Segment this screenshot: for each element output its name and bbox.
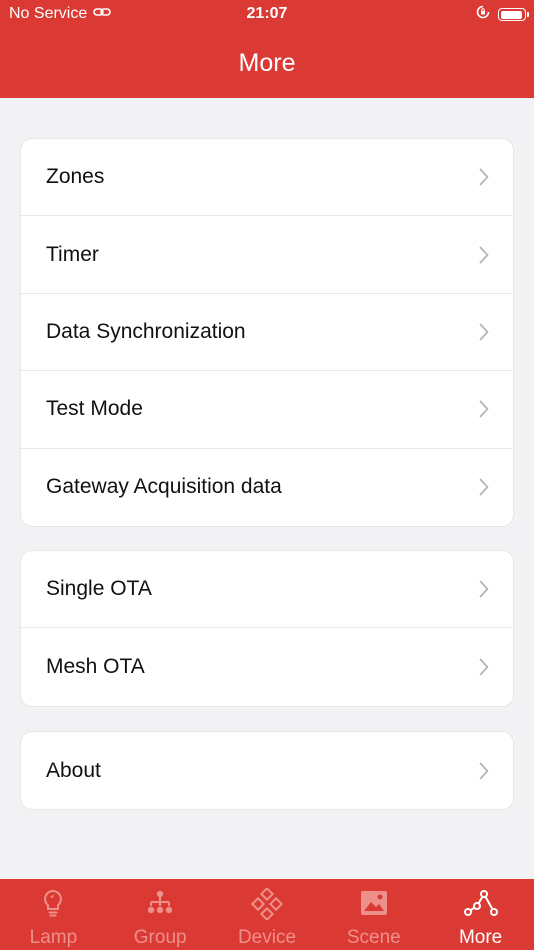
menu-item-data-synchronization[interactable]: Data Synchronization: [21, 294, 513, 372]
tab-scene[interactable]: Scene: [320, 879, 427, 950]
nodes-icon: [427, 888, 534, 918]
chevron-right-icon: [477, 167, 491, 187]
menu-item-timer[interactable]: Timer: [21, 216, 513, 294]
chevron-right-icon: [477, 477, 491, 497]
header: No Service 21:07 More: [0, 0, 534, 98]
device-diamond-icon: [214, 888, 321, 920]
status-bar: No Service 21:07: [0, 0, 534, 28]
settings-group-1: Zones Timer Data Synchronization Test Mo…: [20, 138, 514, 527]
tab-more[interactable]: More: [427, 879, 534, 950]
menu-item-zones[interactable]: Zones: [21, 139, 513, 217]
tab-label: Device: [237, 927, 297, 948]
chevron-right-icon: [477, 657, 491, 677]
status-right: [476, 5, 529, 24]
menu-item-label: About: [46, 758, 101, 782]
lightbulb-icon: [0, 888, 107, 918]
menu-item-label: Gateway Acquisition data: [46, 475, 282, 499]
chevron-right-icon: [477, 761, 491, 781]
tab-group[interactable]: Group: [107, 879, 214, 950]
page-title: More: [238, 49, 296, 77]
menu-item-mesh-ota[interactable]: Mesh OTA: [21, 628, 513, 705]
tab-lamp[interactable]: Lamp: [0, 879, 107, 950]
tab-label: Group: [133, 927, 187, 948]
chevron-right-icon: [477, 399, 491, 419]
settings-group-3: About: [20, 731, 514, 811]
menu-item-label: Mesh OTA: [46, 655, 145, 679]
image-icon: [320, 888, 427, 918]
menu-item-about[interactable]: About: [21, 732, 513, 809]
chevron-right-icon: [477, 245, 491, 265]
menu-item-label: Test Mode: [46, 397, 143, 421]
tab-bar: Lamp Group Device Scene More: [0, 879, 534, 950]
settings-group-2: Single OTA Mesh OTA: [20, 550, 514, 707]
battery-icon: [498, 8, 529, 21]
tab-device[interactable]: Device: [214, 879, 321, 950]
menu-item-label: Zones: [46, 165, 105, 189]
chevron-right-icon: [477, 322, 491, 342]
menu-item-label: Timer: [46, 242, 99, 266]
menu-item-test-mode[interactable]: Test Mode: [21, 371, 513, 449]
rotation-lock-icon: [476, 5, 490, 24]
menu-item-label: Single OTA: [46, 577, 152, 601]
group-tree-icon: [107, 888, 214, 918]
menu-item-gateway-acquisition-data[interactable]: Gateway Acquisition data: [21, 449, 513, 526]
tab-label: Lamp: [29, 927, 78, 948]
status-time: 21:07: [246, 5, 288, 22]
menu-item-single-ota[interactable]: Single OTA: [21, 551, 513, 629]
chevron-right-icon: [477, 579, 491, 599]
tab-label: More: [458, 927, 503, 948]
tab-label: Scene: [346, 927, 401, 948]
menu-item-label: Data Synchronization: [46, 319, 246, 343]
